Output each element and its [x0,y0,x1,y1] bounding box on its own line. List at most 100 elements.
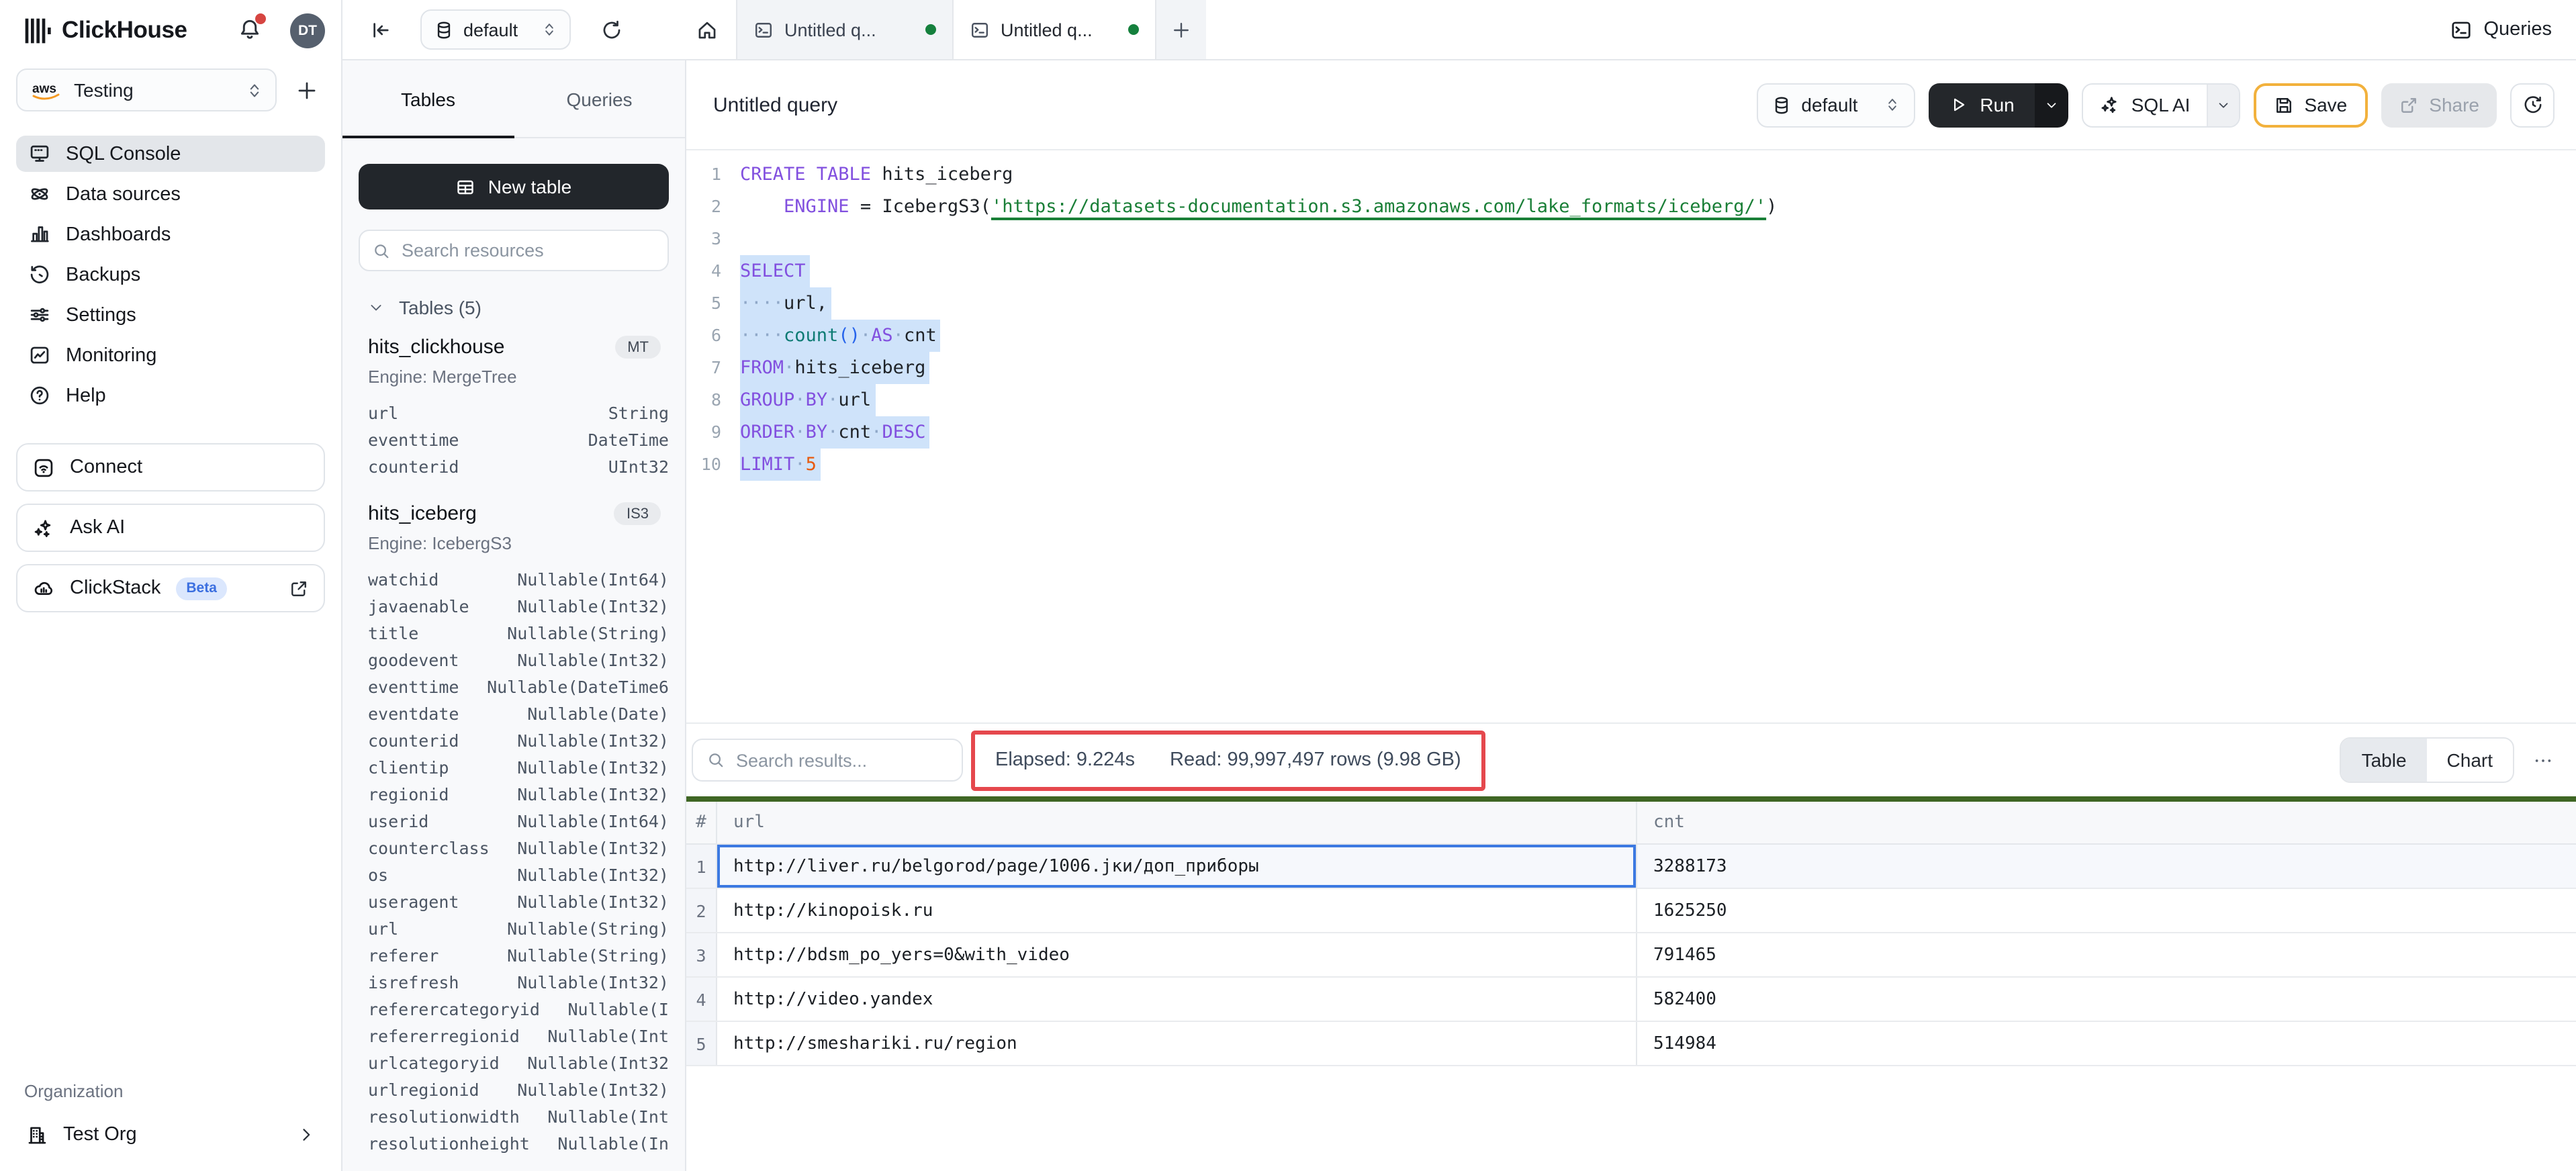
refresh-button[interactable] [592,11,630,48]
result-cell[interactable]: 3 [686,933,716,976]
table-item-hits-iceberg[interactable]: hits_iceberg IS3 Engine: IcebergS3 watch… [359,502,669,1156]
sql-ai-options-button[interactable] [2206,84,2238,126]
sql-ai-button[interactable]: SQL AI [2082,83,2240,127]
notification-dot [255,13,266,24]
column-row: resolutionheightNullable(In [368,1129,669,1156]
result-cell[interactable]: 1 [686,845,716,888]
code-line[interactable]: 3 [686,223,2576,255]
result-row[interactable]: 3http://bdsm_po_yers=0&with_video791465 [686,933,2576,978]
result-cell[interactable]: 3288173 [1636,845,2576,888]
column-header-num[interactable]: # [686,812,716,833]
database-selector[interactable]: default [420,9,571,50]
result-cell[interactable]: 514984 [1636,1022,2576,1065]
notifications-button[interactable] [236,15,266,45]
result-cell[interactable]: http://kinopoisk.ru [716,889,1636,932]
column-row: useragentNullable(Int32) [368,888,669,915]
sidebar-item-data-sources[interactable]: Data sources [16,176,325,212]
collapse-sidebar-button[interactable] [361,11,399,48]
line-number: 8 [686,384,721,416]
line-number: 3 [686,223,721,255]
sidebar-item-sql-console[interactable]: SQL Console [16,136,325,172]
tables-group-header[interactable]: Tables (5) [359,297,669,318]
table-view-button[interactable]: Table [2342,739,2427,782]
line-number: 1 [686,158,721,191]
result-cell[interactable]: http://video.yandex [716,978,1636,1021]
new-table-button[interactable]: New table [359,164,669,209]
sql-ai-label: SQL AI [2131,94,2191,115]
save-label: Save [2304,94,2347,115]
plus-icon [295,79,318,101]
result-cell[interactable]: 582400 [1636,978,2576,1021]
result-row[interactable]: 4http://video.yandex582400 [686,978,2576,1022]
result-row[interactable]: 1http://liver.ru/belgorod/page/1006.jки/… [686,845,2576,889]
code-line[interactable]: 9ORDER·BY·cnt·DESC [686,416,2576,449]
code-line[interactable]: 8GROUP·BY·url [686,384,2576,416]
share-button[interactable]: Share [2381,83,2497,127]
result-row[interactable]: 2http://kinopoisk.ru1625250 [686,889,2576,933]
query-history-button[interactable] [2510,83,2555,127]
chart-view-button[interactable]: Chart [2427,739,2513,782]
sidebar-item-backups[interactable]: Backups [16,256,325,293]
results-more-button[interactable] [2532,749,2555,771]
tab-queries[interactable]: Queries [514,60,685,137]
organization-selector[interactable]: Test Org [16,1117,325,1152]
result-cell[interactable]: 2 [686,889,716,932]
chevron-updown-icon [246,81,263,99]
column-header-url[interactable]: url [716,802,1636,843]
save-button[interactable]: Save [2253,83,2367,127]
run-options-button[interactable] [2035,83,2068,127]
code-line[interactable]: 4SELECT [686,255,2576,287]
chevron-down-icon [368,299,384,316]
code-line[interactable]: 5····url, [686,287,2576,320]
code-line[interactable]: 2 ENGINE = IcebergS3('https://datasets-d… [686,191,2576,223]
results-search-input[interactable] [736,750,948,770]
resources-search[interactable] [359,230,669,271]
ask-ai-button[interactable]: Ask AI [16,504,325,552]
code-line[interactable]: 7FROM·hits_iceberg [686,352,2576,384]
column-row: clientipNullable(Int32) [368,753,669,780]
column-row: eventtimeDateTime [368,426,669,453]
result-cell[interactable]: 791465 [1636,933,2576,976]
result-cell[interactable]: 4 [686,978,716,1021]
workspace-selector[interactable]: aws Testing [16,68,277,111]
result-cell[interactable]: http://liver.ru/belgorod/page/1006.jки/д… [716,845,1636,888]
result-row[interactable]: 5http://smeshariki.ru/region514984 [686,1022,2576,1066]
new-tab-button[interactable] [1156,0,1206,59]
query-tab-1[interactable]: Untitled q... [737,0,954,59]
editor-database-selector[interactable]: default [1757,83,1915,127]
queries-panel-button[interactable]: Queries [2450,18,2552,41]
sidebar-item-monitoring[interactable]: Monitoring [16,337,325,373]
monitoring-icon [28,344,51,367]
tab-tables[interactable]: Tables [342,60,514,137]
results-grid: # url cnt 1http://liver.ru/belgorod/page… [686,796,2576,1171]
result-cell[interactable]: http://smeshariki.ru/region [716,1022,1636,1065]
result-cell[interactable]: 5 [686,1022,716,1065]
clickstack-button[interactable]: ClickStack Beta [16,564,325,612]
avatar[interactable]: DT [290,13,325,48]
engine-badge: MT [615,336,661,359]
queries-label: Queries [2483,19,2552,40]
query-title[interactable]: Untitled query [713,93,837,116]
code-line[interactable]: 6····count()·AS·cnt [686,320,2576,352]
result-cell[interactable]: http://bdsm_po_yers=0&with_video [716,933,1636,976]
add-workspace-button[interactable] [287,71,325,109]
results-search[interactable] [692,739,963,782]
line-number: 7 [686,352,721,384]
column-row: resolutionwidthNullable(Int [368,1103,669,1129]
query-tab-2[interactable]: Untitled q... [954,0,1156,59]
resources-search-input[interactable] [402,240,655,261]
sql-editor[interactable]: 1CREATE TABLE hits_iceberg2 ENGINE = Ice… [686,150,2576,722]
sidebar-item-dashboards[interactable]: Dashboards [16,216,325,252]
code-line[interactable]: 10LIMIT·5 [686,449,2576,481]
column-row: useridNullable(Int64) [368,807,669,834]
column-header-cnt[interactable]: cnt [1636,802,2576,843]
home-button[interactable] [686,9,727,50]
result-cell[interactable]: 1625250 [1636,889,2576,932]
code-line[interactable]: 1CREATE TABLE hits_iceberg [686,158,2576,191]
sidebar-item-help[interactable]: Help [16,377,325,414]
connect-button[interactable]: Connect [16,443,325,491]
sidebar-item-settings[interactable]: Settings [16,297,325,333]
run-button[interactable]: Run [1929,83,2068,127]
resources-list[interactable]: New table Tables (5) hits_clickhouse MT [342,138,685,1171]
table-item-hits-clickhouse[interactable]: hits_clickhouse MT Engine: MergeTree url… [359,336,669,479]
